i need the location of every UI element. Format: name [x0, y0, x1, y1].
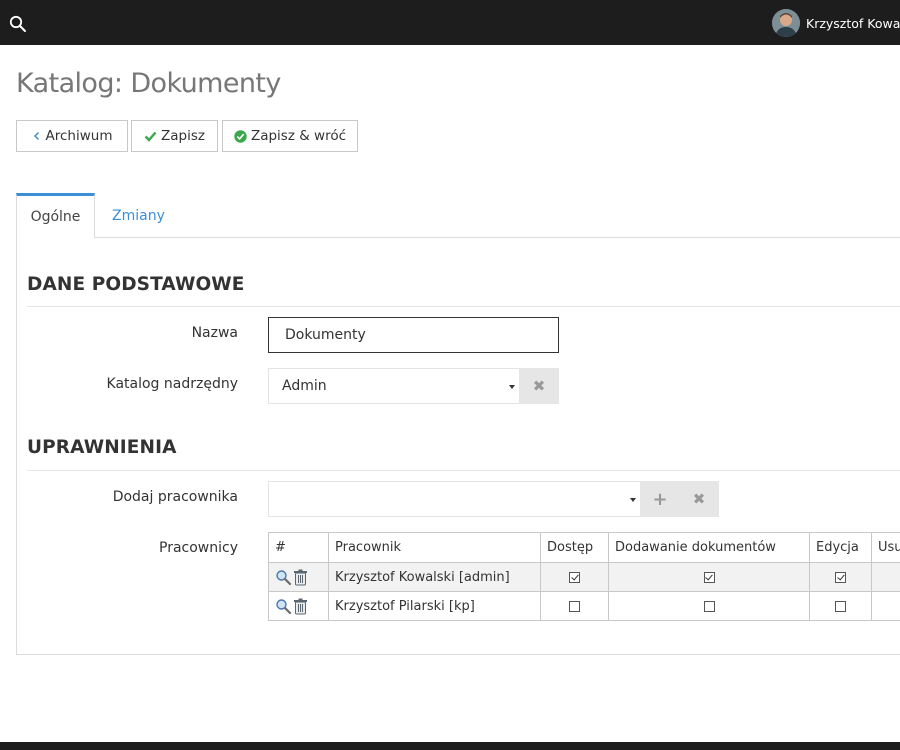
row-actions — [268, 562, 329, 592]
employees-label: Pracownicy — [159, 540, 238, 556]
save-and-return-label: Zapisz & wróć — [250, 128, 347, 144]
page-title: Katalog: Dokumenty — [16, 68, 281, 99]
search-icon — [9, 15, 26, 32]
add-employee-select[interactable] — [268, 481, 641, 517]
search-button[interactable] — [9, 15, 27, 33]
save-button-label: Zapisz — [161, 128, 205, 144]
add-docs-checkbox[interactable] — [703, 600, 715, 612]
checkmark-icon — [144, 131, 157, 142]
column-header-access: Dostęp — [540, 532, 609, 563]
column-header-edit: Edycja — [809, 532, 872, 563]
user-name: Krzysztof Kowals — [806, 15, 900, 31]
employee-name-cell: Krzysztof Pilarski [kp] — [328, 591, 541, 621]
close-icon: ✖ — [692, 490, 706, 508]
chevron-down-icon — [630, 498, 636, 502]
access-cell — [540, 562, 609, 592]
employees-table: # Pracownik Dostęp Dodawanie dokumentów … — [268, 532, 900, 621]
access-checkbox[interactable] — [569, 571, 580, 583]
add-docs-checkbox[interactable] — [703, 571, 715, 583]
clear-employee-button[interactable]: ✖ — [679, 481, 719, 517]
back-button-label: Archiwum — [45, 128, 113, 144]
chevron-left-icon — [33, 131, 39, 141]
add-docs-cell — [608, 562, 810, 592]
parent-catalog-label: Katalog nadrzędny — [106, 376, 238, 392]
trash-icon[interactable] — [293, 569, 308, 586]
edit-cell — [809, 562, 872, 592]
column-header-employee: Pracownik — [328, 532, 541, 563]
edit-checkbox[interactable] — [835, 600, 846, 612]
save-button[interactable]: Zapisz — [131, 120, 218, 152]
footer-bar — [0, 742, 900, 750]
add-docs-cell — [608, 591, 810, 621]
magnifier-icon[interactable] — [275, 598, 292, 615]
add-employee-button[interactable]: + — [640, 481, 680, 517]
plus-icon: + — [652, 488, 668, 510]
section-divider — [27, 470, 900, 471]
parent-catalog-select[interactable]: Admin — [268, 368, 520, 404]
access-cell — [540, 591, 609, 621]
tab-bar: Ogólne Zmiany — [16, 193, 900, 238]
row-actions — [268, 591, 329, 621]
tab-general-label: Ogólne — [30, 209, 81, 225]
delete-cell — [871, 591, 900, 621]
name-input[interactable] — [268, 317, 559, 353]
table-row: Krzysztof Pilarski [kp] — [268, 591, 900, 621]
chevron-down-icon — [509, 385, 515, 389]
access-checkbox[interactable] — [569, 600, 580, 612]
close-icon: ✖ — [532, 377, 546, 395]
column-header-add-docs: Dodawanie dokumentów — [608, 532, 810, 563]
edit-checkbox[interactable] — [835, 571, 846, 583]
trash-icon[interactable] — [293, 598, 308, 615]
table-header-row: # Pracownik Dostęp Dodawanie dokumentów … — [268, 532, 900, 563]
tab-changes[interactable]: Zmiany — [112, 193, 165, 238]
user-menu[interactable]: Krzysztof Kowals — [772, 9, 900, 37]
edit-cell — [809, 591, 872, 621]
clear-parent-button[interactable]: ✖ — [519, 368, 559, 404]
section-title-permissions: UPRAWNIENIA — [27, 437, 177, 458]
delete-cell — [871, 562, 900, 592]
tab-changes-label: Zmiany — [112, 207, 165, 224]
save-and-return-button[interactable]: Zapisz & wróć — [222, 120, 358, 152]
name-label: Nazwa — [191, 325, 238, 341]
column-header-delete: Usu — [871, 532, 900, 563]
magnifier-icon[interactable] — [275, 569, 292, 586]
section-title-basic: DANE PODSTAWOWE — [27, 274, 245, 295]
tab-general[interactable]: Ogólne — [16, 193, 95, 238]
parent-catalog-value: Admin — [282, 378, 327, 394]
add-employee-label: Dodaj pracownika — [112, 489, 238, 505]
check-circle-icon — [234, 129, 247, 143]
avatar — [772, 9, 800, 37]
employee-name-cell: Krzysztof Kowalski [admin] — [328, 562, 541, 592]
top-bar: Krzysztof Kowals — [0, 0, 900, 45]
section-divider — [27, 306, 900, 307]
back-to-archive-button[interactable]: Archiwum — [16, 120, 128, 152]
column-header-index: # — [268, 532, 329, 563]
table-row: Krzysztof Kowalski [admin] — [268, 562, 900, 592]
